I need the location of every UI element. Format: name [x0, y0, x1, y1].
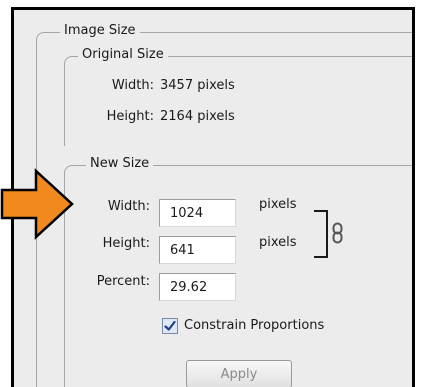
chain-link-icon[interactable]	[332, 222, 343, 248]
height-input[interactable]: 641	[159, 236, 236, 264]
arrow-right-icon	[0, 168, 74, 240]
original-height-value: 2164 pixels	[160, 109, 235, 124]
original-size-legend: Original Size	[78, 47, 168, 62]
new-width-label: Width:	[107, 199, 150, 214]
checkmark-icon	[164, 320, 176, 331]
original-height-label: Height:	[106, 109, 154, 124]
height-unit: pixels	[259, 235, 297, 250]
constrain-proportions-label[interactable]: Constrain Proportions	[184, 318, 324, 333]
new-size-legend: New Size	[86, 156, 154, 171]
percent-label: Percent:	[96, 274, 150, 289]
image-size-legend: Image Size	[60, 23, 140, 38]
width-input[interactable]: 1024	[159, 199, 236, 227]
apply-button[interactable]: Apply	[186, 360, 292, 387]
width-unit: pixels	[259, 197, 297, 212]
proportion-bracket	[314, 210, 328, 258]
constrain-proportions-checkbox[interactable]	[162, 318, 178, 334]
original-size-group	[64, 56, 412, 146]
original-width-value: 3457 pixels	[160, 78, 235, 93]
original-width-label: Width:	[111, 78, 154, 93]
new-height-label: Height:	[102, 236, 150, 251]
percent-input[interactable]: 29.62	[159, 273, 236, 301]
